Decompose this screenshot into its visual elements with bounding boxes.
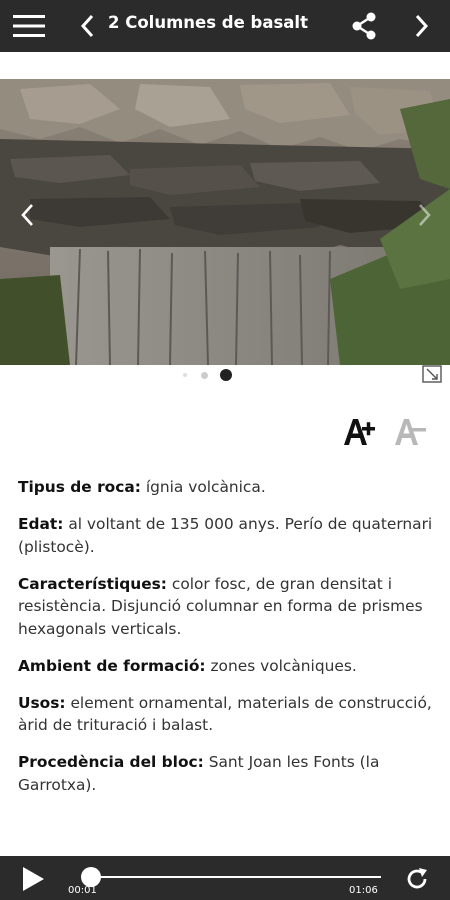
info-value: zones volcàniques. bbox=[205, 656, 357, 675]
menu-icon bbox=[13, 15, 45, 37]
font-increase-icon bbox=[344, 419, 375, 445]
audio-player: 00:01 01:06 bbox=[0, 856, 450, 900]
replay-button[interactable] bbox=[402, 864, 432, 894]
decrease-font-button[interactable] bbox=[393, 414, 427, 448]
info-value: ígnia volcànica. bbox=[140, 478, 266, 496]
elapsed-time: 00:01 bbox=[68, 885, 97, 896]
page-title: 2 Columnes de basalt bbox=[108, 13, 308, 32]
expand-icon bbox=[422, 365, 442, 383]
play-icon bbox=[23, 867, 44, 891]
share-button[interactable] bbox=[344, 0, 384, 52]
increase-font-button[interactable] bbox=[342, 414, 376, 448]
forward-arrow-icon bbox=[415, 14, 429, 38]
back-button[interactable] bbox=[72, 0, 104, 52]
info-paragraph-origin: Procedència del bloc: Sant Joan les Font… bbox=[18, 751, 436, 796]
info-paragraph-uses: Usos: element ornamental, materials de c… bbox=[18, 692, 436, 737]
info-label: Procedència del bloc: bbox=[18, 753, 204, 771]
chevron-right-icon bbox=[419, 204, 431, 226]
info-label: Edat: bbox=[18, 515, 64, 533]
play-button[interactable] bbox=[18, 864, 48, 894]
fullscreen-button[interactable] bbox=[422, 365, 442, 383]
info-paragraph-environment: Ambient de formació: zones volcàniques. bbox=[18, 655, 436, 678]
font-decrease-icon bbox=[395, 419, 426, 445]
replay-icon bbox=[407, 868, 427, 889]
info-paragraph-rock-type: Tipus de roca: ígnia volcànica. bbox=[18, 476, 436, 499]
back-arrow-icon bbox=[80, 14, 94, 38]
info-value: element ornamental, materials de constru… bbox=[18, 693, 432, 735]
share-icon bbox=[352, 12, 376, 40]
carousel-indicator bbox=[0, 368, 450, 382]
menu-button[interactable] bbox=[6, 0, 52, 52]
info-label: Ambient de formació: bbox=[18, 656, 206, 675]
carousel-dot[interactable] bbox=[201, 372, 208, 379]
progress-knob[interactable] bbox=[80, 867, 101, 887]
carousel-dot[interactable] bbox=[183, 373, 187, 377]
forward-button[interactable] bbox=[404, 0, 438, 52]
carousel-next-button[interactable] bbox=[410, 197, 438, 233]
chevron-left-icon bbox=[21, 204, 33, 226]
top-app-bar: 2 Columnes de basalt bbox=[0, 0, 450, 52]
info-paragraph-characteristics: Característiques: color fosc, de gran de… bbox=[18, 573, 436, 641]
info-label: Tipus de roca: bbox=[18, 478, 141, 496]
total-duration: 01:06 bbox=[349, 885, 378, 896]
carousel-dot-active[interactable] bbox=[220, 369, 232, 381]
info-label: Usos: bbox=[18, 693, 66, 712]
carousel-prev-button[interactable] bbox=[14, 197, 42, 233]
info-paragraph-age: Edat: al voltant de 135 000 anys. Perío … bbox=[18, 513, 436, 558]
rock-description: Tipus de roca: ígnia volcànica. Edat: al… bbox=[18, 476, 436, 811]
info-value: al voltant de 135 000 anys. Perío de qua… bbox=[18, 515, 433, 556]
rock-photo-carousel[interactable] bbox=[0, 79, 450, 365]
info-label: Característiques: bbox=[18, 574, 167, 593]
basalt-rock-image bbox=[0, 79, 450, 365]
progress-track[interactable] bbox=[85, 876, 381, 878]
